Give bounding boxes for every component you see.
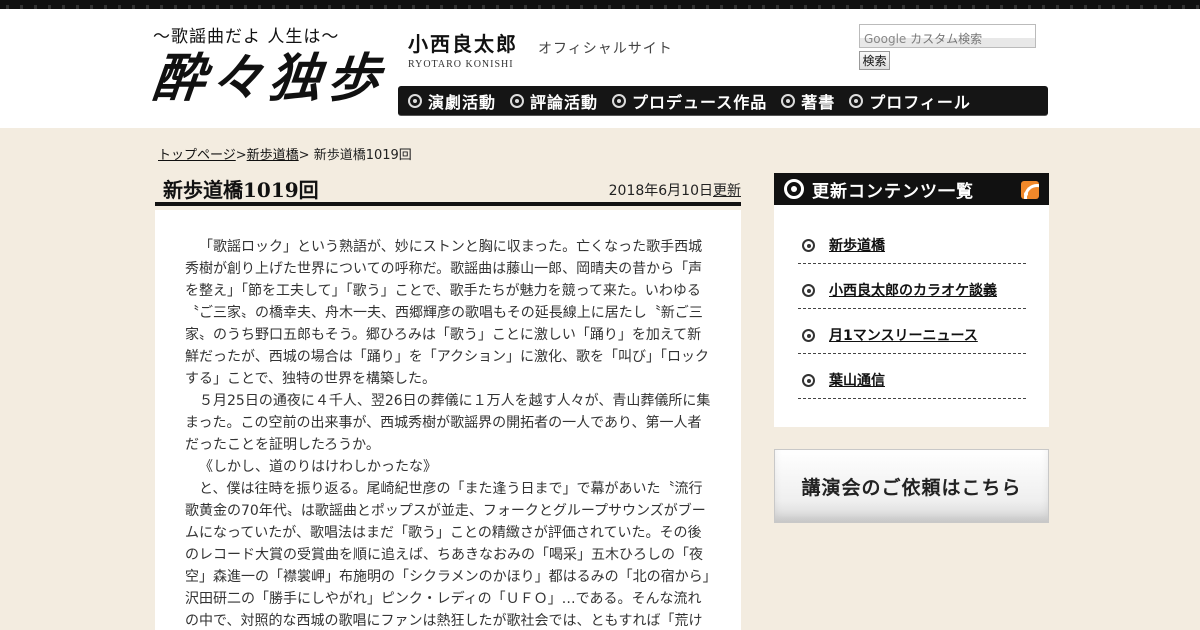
article-updated-label: 更新 xyxy=(713,183,741,199)
main-nav: 演劇活動 評論活動 プロデュース作品 著書 プロフィール xyxy=(398,86,1048,116)
sidebar-item-link[interactable]: 小西良太郎のカラオケ談義 xyxy=(829,280,997,300)
search-form: Google カスタム検索 検索 xyxy=(859,24,1036,70)
article-paragraph: 「歌謡ロック」という熟語が、妙にストンと胸に収まった。亡くなった歌手西城秀樹が創… xyxy=(185,239,710,387)
nav-item-theater[interactable]: 演劇活動 xyxy=(408,89,496,113)
nav-item-label: プロフィール xyxy=(869,92,971,112)
article-body: 「歌謡ロック」という熟語が、妙にストンと胸に収まった。亡くなった歌手西城秀樹が創… xyxy=(155,210,741,630)
swirl-icon xyxy=(612,93,627,108)
nav-item-books[interactable]: 著書 xyxy=(781,89,835,113)
swirl-icon xyxy=(510,93,525,108)
breadcrumb-section-link[interactable]: 新歩道橋 xyxy=(247,148,299,163)
nav-item-label: 著書 xyxy=(801,92,836,112)
logo-title: 酔々独歩 xyxy=(149,48,389,109)
swirl-icon xyxy=(781,93,796,108)
rss-icon[interactable] xyxy=(1021,181,1039,199)
sidebar-item-link[interactable]: 葉山通信 xyxy=(829,370,885,390)
owner-name: 小西良太郎 xyxy=(408,32,518,56)
article-paragraph: 《しかし、道のりはけわしかったな》 xyxy=(199,459,437,475)
swirl-icon xyxy=(802,283,815,297)
sidebar-item-monthly-news: 月1マンスリーニュース xyxy=(798,309,1026,354)
article-paragraph: と、僕は往時を振り返る。尾崎紀世彦の「また逢う日まで」で幕があいた〝流行歌黄金の… xyxy=(185,481,710,629)
swirl-icon xyxy=(802,328,815,342)
breadcrumb-separator: > xyxy=(298,148,314,163)
nav-item-label: プロデュース作品 xyxy=(632,92,768,112)
sidebar-item-hayama: 葉山通信 xyxy=(798,354,1026,399)
swirl-icon xyxy=(784,179,804,199)
sidebar-item-karaoke: 小西良太郎のカラオケ談義 xyxy=(798,264,1026,309)
nav-item-label: 演劇活動 xyxy=(428,92,497,112)
breadcrumb: トップページ>新歩道橋> 新歩道橋1019回 xyxy=(158,144,412,163)
breadcrumb-home-link[interactable]: トップページ xyxy=(158,148,236,163)
owner-block: 小西良太郎 RYOTARO KONISHI xyxy=(408,28,518,70)
nav-item-produce[interactable]: プロデュース作品 xyxy=(612,89,767,113)
search-placeholder-brand: Google xyxy=(864,32,907,46)
owner-roman-name: RYOTARO KONISHI xyxy=(408,59,514,70)
search-input[interactable]: Google カスタム検索 xyxy=(859,24,1036,48)
sidebar-item-link[interactable]: 月1マンスリーニュース xyxy=(829,325,978,345)
article-header: 新歩道橋1019回 2018年6月10日更新 xyxy=(155,172,741,206)
lecture-request-banner[interactable]: 講演会のご依頼はこちら xyxy=(774,449,1049,523)
swirl-icon xyxy=(802,373,815,387)
sidebar-heading-label: 更新コンテンツ一覧 xyxy=(812,181,974,202)
search-placeholder-text: カスタム検索 xyxy=(910,32,983,46)
breadcrumb-current: 新歩道橋1019回 xyxy=(313,148,412,163)
sidebar-list: 新歩道橋 小西良太郎のカラオケ談義 月1マンスリーニュース 葉山通信 xyxy=(774,205,1049,427)
article-date-value: 2018年6月10日 xyxy=(608,183,713,199)
article-title: 新歩道橋1019回 xyxy=(163,178,319,202)
swirl-icon xyxy=(849,93,864,108)
nav-item-criticism[interactable]: 評論活動 xyxy=(510,89,598,113)
breadcrumb-separator: > xyxy=(235,148,247,163)
swirl-icon xyxy=(408,93,422,108)
article-paragraph: ５月25日の通夜に４千人、翌26日の葬儀に１万人を越す人々が、青山葬儀所に集まっ… xyxy=(185,393,711,453)
nav-item-label: 評論活動 xyxy=(530,92,599,112)
sidebar-item-link[interactable]: 新歩道橋 xyxy=(829,235,885,255)
nav-item-profile[interactable]: プロフィール xyxy=(849,89,971,113)
sidebar: 更新コンテンツ一覧 新歩道橋 小西良太郎のカラオケ談義 月1マンスリーニュース … xyxy=(774,173,1049,427)
site-logo[interactable]: 〜歌謡曲だよ 人生は〜 酔々独歩 xyxy=(150,22,388,117)
owner-subtitle: オフィシャルサイト xyxy=(538,41,673,57)
sidebar-heading: 更新コンテンツ一覧 xyxy=(774,173,1049,205)
logo-tagline: 〜歌謡曲だよ 人生は〜 xyxy=(153,27,340,47)
article-date: 2018年6月10日更新 xyxy=(609,180,741,200)
sidebar-item-hodokyo: 新歩道橋 xyxy=(798,219,1026,264)
swirl-icon xyxy=(802,238,815,252)
search-button[interactable]: 検索 xyxy=(859,51,890,70)
